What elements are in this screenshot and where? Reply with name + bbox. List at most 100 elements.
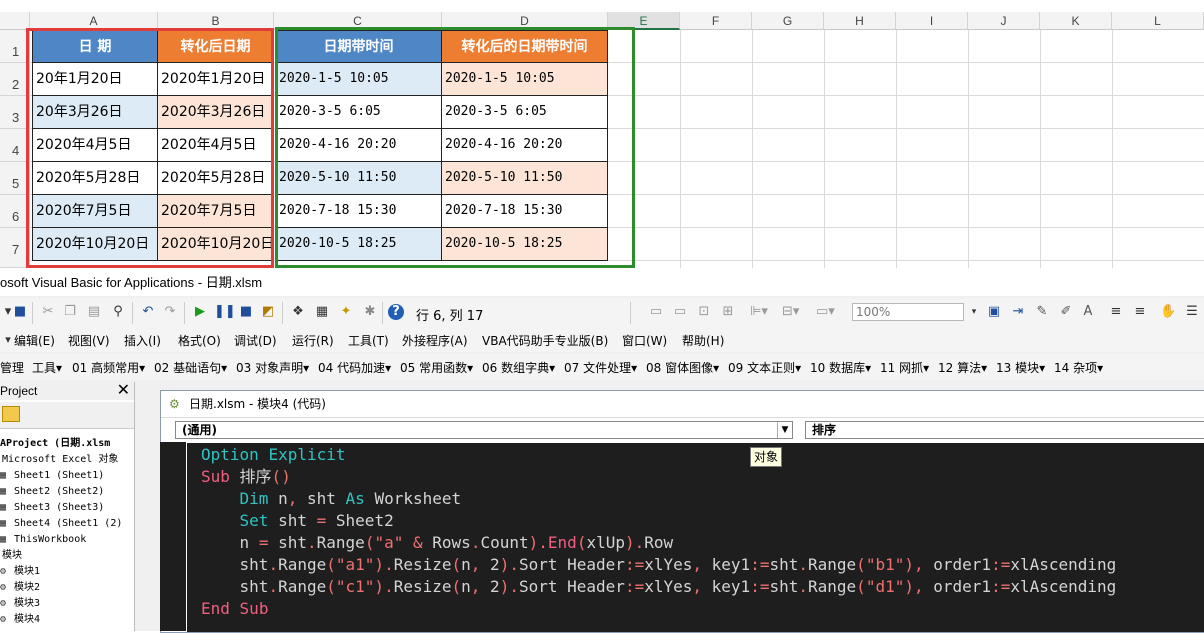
tb2-08[interactable]: 08 窗体图像▾ [646,359,719,376]
table-header-cell[interactable]: 转化后日期 [158,30,274,63]
table-cell[interactable]: 20年1月20日 [32,63,158,96]
select-all-corner[interactable] [0,12,30,30]
row-header-4[interactable]: 4 [0,129,30,162]
table-cell[interactable]: 2020-1-5 10:05 [276,63,442,96]
tree-module1[interactable]: ⚙ 模块1 [0,564,40,580]
tree-sheet4[interactable]: ▦ Sheet4 (Sheet1 (2) [0,516,122,532]
tb2-10[interactable]: 10 数据库▾ [810,359,871,376]
table-cell[interactable]: 2020-3-5 6:05 [276,96,442,129]
table-cell[interactable]: 2020年1月20日 [158,63,274,96]
undo-icon[interactable]: ↶ [140,304,156,320]
code-line[interactable]: Set sht = Sheet2 [201,510,394,532]
col-header-g[interactable]: G [752,12,824,30]
ungroup-icon[interactable]: ⊞ [720,304,736,320]
reset-icon[interactable]: ■ [238,304,254,320]
code-line[interactable]: Sub 排序() [201,466,291,488]
list-icon[interactable]: ☰ [1184,304,1200,320]
menu-addins[interactable]: 外接程序(A) [402,332,468,349]
col-header-i[interactable]: I [896,12,968,30]
table-header-cell[interactable]: 转化后的日期带时间 [442,30,608,63]
object-dropdown[interactable]: (通用) ▼ [175,421,793,439]
object-browser-icon[interactable]: ✦ [338,304,354,320]
table-cell[interactable]: 2020-7-18 15:30 [442,195,608,228]
table-cell[interactable]: 2020年7月5日 [158,195,274,228]
table-cell[interactable]: 2020年10月20日 [158,228,274,261]
left-align-icon[interactable]: ≡ [1108,304,1124,320]
code-margin[interactable] [160,442,186,631]
outdent-icon[interactable]: ▭ [672,304,688,320]
copy-icon[interactable]: ❐ [62,304,78,320]
tb2-07[interactable]: 07 文件处理▾ [564,359,637,376]
row-header-7[interactable]: 7 [0,228,30,268]
table-cell[interactable]: 2020-1-5 10:05 [442,63,608,96]
menu-window[interactable]: 窗口(W) [622,332,667,349]
tree-module2[interactable]: ⚙ 模块2 [0,580,40,596]
tb2-02[interactable]: 02 基础语句▾ [154,359,227,376]
col-header-f[interactable]: F [680,12,752,30]
tb2-tools[interactable]: 工具▾ [32,359,62,376]
project-explorer-icon[interactable]: ❖ [290,304,306,320]
table-cell[interactable]: 2020年5月28日 [158,162,274,195]
table-cell[interactable]: 2020年5月28日 [32,162,158,195]
uncomment-icon[interactable]: ✐ [1058,304,1074,320]
col-header-l[interactable]: L [1112,12,1204,30]
tb2-14[interactable]: 14 杂项▾ [1054,359,1103,376]
tree-project-root[interactable]: AProject (日期.xlsm [0,436,110,452]
row-header-2[interactable]: 2 [0,63,30,96]
break-icon[interactable]: ❚❚ [214,304,236,320]
table-cell[interactable]: 2020-4-16 20:20 [442,129,608,162]
tree-module4[interactable]: ⚙ 模块4 [0,612,40,628]
menu-edit[interactable]: 编辑(E) [14,332,55,349]
table-cell[interactable]: 2020年7月5日 [32,195,158,228]
tree-sheet3[interactable]: ▦ Sheet3 (Sheet3) [0,500,104,516]
table-cell[interactable]: 2020-5-10 11:50 [276,162,442,195]
tb2-manage[interactable]: 管理 [0,359,24,376]
code-line[interactable]: Option Explicit [201,444,346,466]
tree-thisworkbook[interactable]: ▦ ThisWorkbook [0,532,86,548]
zoom-dropdown-arrow[interactable]: ▾ [966,304,982,320]
tree-modules[interactable]: 模块 [2,548,22,564]
menu-view[interactable]: 视图(V) [68,332,110,349]
group-icon[interactable]: ⊡ [696,304,712,320]
table-header-cell[interactable]: 日期带时间 [276,30,442,63]
center-icon[interactable]: ⊟▾ [782,304,799,320]
tb2-05[interactable]: 05 常用函数▾ [400,359,473,376]
tb2-13[interactable]: 13 模块▾ [996,359,1045,376]
tb2-12[interactable]: 12 算法▾ [938,359,987,376]
code-line[interactable]: n = sht.Range("a" & Rows.Count).End(xlUp… [201,532,674,554]
tree-sheet1[interactable]: ▦ Sheet1 (Sheet1) [0,468,104,484]
row-header-5[interactable]: 5 [0,162,30,195]
align-icon[interactable]: ⊫▾ [750,304,768,320]
tb2-04[interactable]: 04 代码加速▾ [318,359,391,376]
font-icon[interactable]: A [1080,304,1096,320]
procedure-dropdown[interactable]: 排序 [805,421,1204,439]
tb2-01[interactable]: 01 高频常用▾ [72,359,145,376]
table-cell[interactable]: 2020-10-5 18:25 [442,228,608,261]
right-align-icon[interactable]: ≡ [1132,304,1148,320]
table-cell[interactable]: 2020-4-16 20:20 [276,129,442,162]
design-mode-icon[interactable]: ◩ [260,304,276,320]
save-icon[interactable]: ■ [12,304,28,320]
table-cell[interactable]: 20年3月26日 [32,96,158,129]
table-cell[interactable]: 2020年4月5日 [32,129,158,162]
tb2-11[interactable]: 11 网抓▾ [880,359,929,376]
zoom-select[interactable]: 100% [852,303,964,321]
table-header-cell[interactable]: 日 期 [32,30,158,63]
menu-help[interactable]: 帮助(H) [682,332,724,349]
toggle-icon[interactable]: ▣ [986,304,1002,320]
indent-icon[interactable]: ▭ [648,304,664,320]
paste-icon[interactable]: ▤ [86,304,102,320]
comment-icon[interactable]: ✎ [1034,304,1050,320]
table-cell[interactable]: 2020-5-10 11:50 [442,162,608,195]
code-line[interactable]: sht.Range("a1").Resize(n, 2).Sort Header… [201,554,1117,576]
close-icon[interactable]: ✕ [117,383,130,399]
menu-insert[interactable]: 插入(I) [124,332,161,349]
chevron-down-icon[interactable]: ▼ [777,422,792,438]
col-header-e[interactable]: E [608,12,680,30]
redo-icon[interactable]: ↷ [162,304,178,320]
col-header-d[interactable]: D [442,12,608,30]
table-cell[interactable]: 2020年3月26日 [158,96,274,129]
properties-icon[interactable]: ▦ [314,304,330,320]
menu-debug[interactable]: 调试(D) [234,332,277,349]
col-header-j[interactable]: J [968,12,1040,30]
